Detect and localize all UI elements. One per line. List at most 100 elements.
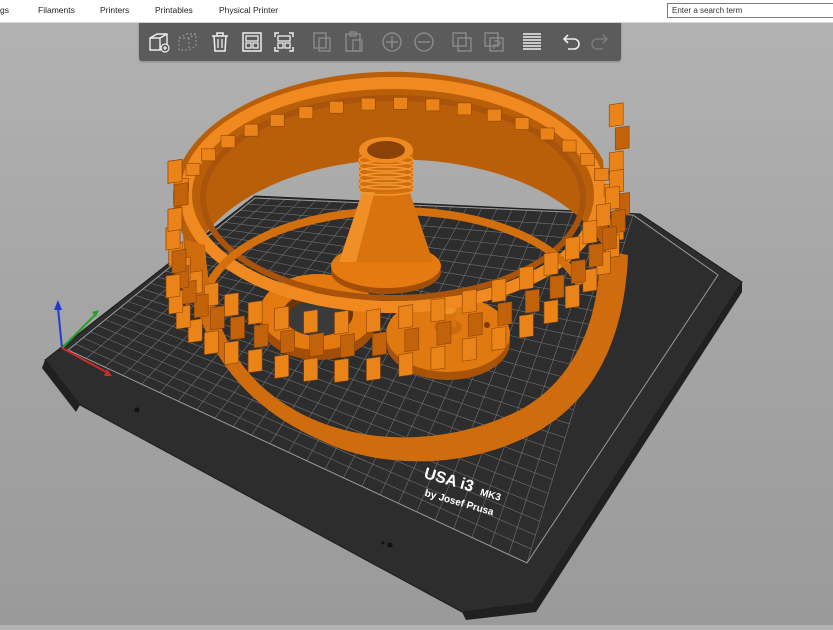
tread-block — [334, 358, 349, 383]
tab-filaments[interactable]: Filaments — [38, 5, 75, 15]
tread-block — [247, 300, 263, 326]
add-instance-button[interactable] — [380, 30, 404, 54]
arrange-icon — [242, 32, 262, 52]
tread-block — [340, 333, 355, 358]
undo-icon — [562, 34, 580, 50]
delete-all-button[interactable] — [208, 30, 232, 54]
tread-block — [608, 102, 624, 128]
tread-block — [491, 326, 507, 351]
tread-block — [224, 292, 239, 318]
tread-block — [436, 320, 452, 346]
tread-block — [404, 327, 420, 353]
tread-block — [224, 340, 239, 366]
tread-block — [303, 357, 318, 382]
tread-block — [173, 182, 189, 207]
redo-button[interactable] — [589, 30, 613, 54]
tread-block — [220, 135, 236, 149]
delete-icon — [178, 33, 197, 51]
tread-block — [269, 114, 285, 127]
split-objects-button[interactable] — [450, 30, 474, 54]
tread-block — [514, 117, 530, 130]
arrange-selection-icon — [274, 32, 294, 52]
tread-block — [582, 219, 598, 245]
tread-block — [298, 106, 314, 120]
tread-block — [519, 313, 534, 339]
tread-block — [303, 309, 318, 334]
add-button[interactable] — [147, 30, 171, 54]
tread-block — [167, 207, 183, 232]
tread-block — [243, 123, 259, 137]
bed-hole — [134, 407, 140, 413]
copy-icon — [313, 32, 331, 52]
tread-block — [486, 108, 502, 122]
tab-printables[interactable]: Printables — [155, 5, 193, 15]
layers-editing-button[interactable] — [520, 30, 544, 54]
tread-block — [561, 139, 577, 153]
tread-block — [543, 299, 559, 325]
tread-block — [543, 251, 559, 277]
tread-block — [366, 356, 381, 382]
tread-block — [210, 305, 225, 331]
tread-block — [393, 96, 408, 110]
tread-block — [549, 274, 565, 300]
delete-button[interactable] — [176, 30, 200, 54]
tread-block — [171, 248, 187, 274]
tread-block — [425, 98, 441, 112]
tread-block — [539, 127, 555, 141]
tread-block — [230, 315, 245, 341]
3d-viewport[interactable]: USA i3 MK3 by Josef Prusa — [0, 23, 833, 625]
tread-block — [580, 153, 595, 166]
menu-bar: gs Filaments Printers Printables Physica… — [0, 0, 833, 23]
tread-block — [274, 306, 289, 331]
tread-block — [334, 310, 349, 335]
redo-icon — [591, 34, 609, 50]
tread-block — [456, 102, 472, 116]
tab-physical-printer[interactable]: Physical Printer — [219, 5, 278, 15]
paste-button[interactable] — [342, 30, 366, 54]
tread-block — [201, 148, 216, 162]
tread-block — [167, 159, 183, 184]
arrange-button[interactable] — [240, 30, 264, 54]
tab-printers[interactable]: Printers — [100, 5, 129, 15]
tread-block — [497, 301, 513, 327]
tread-block — [430, 345, 446, 371]
tread-block — [329, 100, 344, 114]
tread-block — [430, 297, 446, 323]
tread-block — [565, 284, 580, 309]
tread-block — [398, 304, 414, 329]
tread-block — [398, 352, 414, 377]
tread-block — [594, 168, 609, 181]
tread-block — [372, 331, 387, 357]
tread-block — [614, 125, 630, 151]
split-objects-icon — [452, 32, 472, 52]
tread-block — [360, 97, 376, 111]
tread-block — [247, 348, 263, 374]
split-parts-icon — [484, 32, 504, 52]
tread-block — [461, 288, 477, 314]
split-parts-button[interactable] — [482, 30, 506, 54]
paste-icon — [345, 31, 363, 52]
tread-block — [525, 288, 540, 314]
add-icon — [149, 33, 170, 53]
tread-block — [588, 242, 604, 268]
tread-block — [185, 162, 201, 176]
tread-block — [467, 312, 483, 337]
undo-button[interactable] — [558, 30, 582, 54]
tread-block — [366, 308, 381, 334]
tread-block — [274, 354, 289, 379]
tread-block — [565, 236, 580, 261]
copy-button[interactable] — [310, 30, 334, 54]
tread-block — [519, 265, 534, 291]
arrange-selection-button[interactable] — [272, 30, 296, 54]
search-input[interactable] — [667, 3, 833, 18]
tab-settings[interactable]: gs — [0, 5, 9, 15]
remove-instance-button[interactable] — [412, 30, 436, 54]
bed-hole — [387, 542, 393, 548]
tread-block — [461, 336, 477, 362]
tread-block — [601, 226, 617, 251]
tread-block — [491, 278, 507, 303]
layers-editing-icon — [523, 33, 541, 50]
toolbar — [139, 23, 621, 61]
remove-instance-icon — [414, 32, 434, 52]
tread-block — [280, 329, 295, 354]
